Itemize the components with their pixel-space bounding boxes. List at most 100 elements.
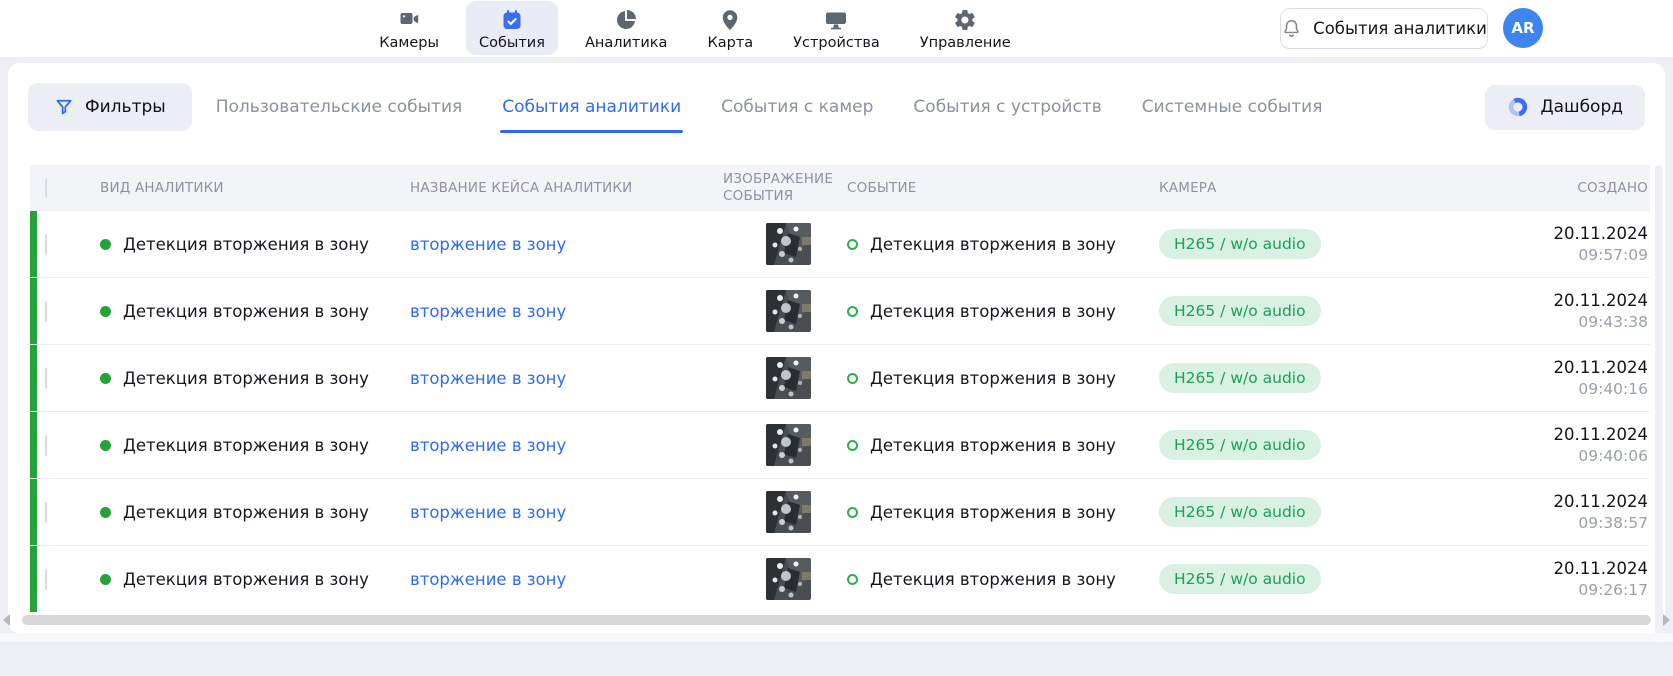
created-date: 20.11.2024 <box>1451 425 1648 444</box>
dashboard-button-label: Дашборд <box>1540 97 1623 117</box>
column-header-camera: КАМЕРА <box>1159 180 1451 196</box>
status-dot-icon <box>100 574 111 585</box>
column-header-case-name: НАЗВАНИЕ КЕЙСА АНАЛИТИКИ <box>410 180 715 196</box>
donut-chart-icon <box>1507 96 1529 118</box>
camera-badge[interactable]: H265 / w/o audio <box>1159 363 1321 393</box>
case-link[interactable]: вторжение в зону <box>410 369 566 388</box>
tab-camera-events[interactable]: События с камер <box>721 97 873 117</box>
calendar-check-icon <box>500 8 524 32</box>
nav-item-map[interactable]: Карта <box>694 1 766 55</box>
nav-label: Карта <box>707 35 753 51</box>
bell-icon <box>1281 18 1302 39</box>
filters-button-label: Фильтры <box>85 97 166 117</box>
status-dot-icon <box>100 440 111 451</box>
event-thumbnail[interactable] <box>766 223 811 265</box>
analytics-type-label: Детекция вторжения в зону <box>123 302 369 321</box>
event-tabs: Пользовательские события События аналити… <box>216 97 1323 117</box>
table-row[interactable]: Детекция вторжения в зону вторжение в зо… <box>30 411 1650 478</box>
event-label: Детекция вторжения в зону <box>870 369 1116 388</box>
status-dot-icon <box>100 373 111 384</box>
tab-analytics-events[interactable]: События аналитики <box>502 97 681 117</box>
created-date: 20.11.2024 <box>1451 492 1648 511</box>
case-link[interactable]: вторжение в зону <box>410 570 566 589</box>
pie-chart-icon <box>614 8 638 32</box>
events-toolbar: Фильтры Пользовательские события События… <box>28 83 1645 131</box>
dashboard-button[interactable]: Дашборд <box>1485 85 1645 130</box>
case-link[interactable]: вторжение в зону <box>410 235 566 254</box>
camera-badge[interactable]: H265 / w/o audio <box>1159 430 1321 460</box>
status-dot-icon <box>100 239 111 250</box>
row-checkbox[interactable] <box>45 435 47 456</box>
events-table: ВИД АНАЛИТИКИ НАЗВАНИЕ КЕЙСА АНАЛИТИКИ И… <box>30 165 1650 612</box>
horizontal-scrollbar[interactable] <box>22 615 1651 625</box>
scroll-left-arrow-icon[interactable] <box>3 614 10 626</box>
analytics-type-label: Детекция вторжения в зону <box>123 436 369 455</box>
tab-user-events[interactable]: Пользовательские события <box>216 97 463 117</box>
row-checkbox[interactable] <box>45 368 47 389</box>
event-thumbnail[interactable] <box>766 558 811 600</box>
table-body: Детекция вторжения в зону вторжение в зо… <box>30 210 1650 612</box>
table-row[interactable]: Детекция вторжения в зону вторжение в зо… <box>30 210 1650 277</box>
table-row[interactable]: Детекция вторжения в зону вторжение в зо… <box>30 478 1650 545</box>
tab-system-events[interactable]: Системные события <box>1142 97 1323 117</box>
created-time: 09:40:16 <box>1451 380 1648 398</box>
event-thumbnail[interactable] <box>766 290 811 332</box>
event-status-ring-icon <box>847 306 858 317</box>
camera-badge[interactable]: H265 / w/o audio <box>1159 564 1321 594</box>
nav-item-events[interactable]: События <box>466 1 558 55</box>
created-date: 20.11.2024 <box>1451 291 1648 310</box>
top-bar: Камеры События Аналитика Карта Устройств <box>0 0 1673 57</box>
created-date: 20.11.2024 <box>1451 224 1648 243</box>
analytics-events-notifications-button[interactable]: События аналитики <box>1280 8 1488 49</box>
filters-button[interactable]: Фильтры <box>28 83 192 131</box>
nav-item-cameras[interactable]: Камеры <box>366 1 452 55</box>
event-status-ring-icon <box>847 239 858 250</box>
row-checkbox[interactable] <box>45 301 47 322</box>
row-checkbox[interactable] <box>45 502 47 523</box>
column-header-created: СОЗДАНО <box>1451 180 1650 196</box>
table-row[interactable]: Детекция вторжения в зону вторжение в зо… <box>30 277 1650 344</box>
table-header-row: ВИД АНАЛИТИКИ НАЗВАНИЕ КЕЙСА АНАЛИТИКИ И… <box>30 165 1650 210</box>
camera-badge[interactable]: H265 / w/o audio <box>1159 229 1321 259</box>
case-link[interactable]: вторжение в зону <box>410 302 566 321</box>
event-label: Детекция вторжения в зону <box>870 302 1116 321</box>
event-label: Детекция вторжения в зону <box>870 570 1116 589</box>
table-row[interactable]: Детекция вторжения в зону вторжение в зо… <box>30 545 1650 612</box>
event-thumbnail[interactable] <box>766 491 811 533</box>
nav-label: События <box>479 35 545 51</box>
column-header-analytics-type: ВИД АНАЛИТИКИ <box>100 180 410 196</box>
analytics-type-label: Детекция вторжения в зону <box>123 503 369 522</box>
camera-badge[interactable]: H265 / w/o audio <box>1159 497 1321 527</box>
row-checkbox[interactable] <box>45 569 47 590</box>
created-time: 09:57:09 <box>1451 246 1648 264</box>
table-row[interactable]: Детекция вторжения в зону вторжение в зо… <box>30 344 1650 411</box>
created-time: 09:40:06 <box>1451 447 1648 465</box>
notifications-button-label: События аналитики <box>1313 19 1487 38</box>
nav-item-analytics[interactable]: Аналитика <box>572 1 681 55</box>
analytics-type-label: Детекция вторжения в зону <box>123 570 369 589</box>
event-label: Детекция вторжения в зону <box>870 436 1116 455</box>
nav-label: Управление <box>920 35 1011 51</box>
monitor-icon <box>824 8 848 32</box>
case-link[interactable]: вторжение в зону <box>410 503 566 522</box>
nav-item-management[interactable]: Управление <box>907 1 1024 55</box>
vertical-scrollbar[interactable] <box>1655 165 1663 676</box>
created-date: 20.11.2024 <box>1451 559 1648 578</box>
scroll-right-arrow-icon[interactable] <box>1663 614 1670 626</box>
analytics-type-label: Детекция вторжения в зону <box>123 369 369 388</box>
event-status-ring-icon <box>847 373 858 384</box>
nav-item-devices[interactable]: Устройства <box>780 1 893 55</box>
nav-label: Устройства <box>793 35 880 51</box>
gear-icon <box>953 8 977 32</box>
case-link[interactable]: вторжение в зону <box>410 436 566 455</box>
user-avatar[interactable]: AR <box>1503 8 1543 48</box>
column-header-event: СОБЫТИЕ <box>847 180 1159 196</box>
event-thumbnail[interactable] <box>766 424 811 466</box>
select-all-checkbox[interactable] <box>45 179 47 197</box>
row-status-accent <box>30 412 37 478</box>
video-camera-icon <box>397 8 421 32</box>
tab-device-events[interactable]: События с устройств <box>913 97 1101 117</box>
camera-badge[interactable]: H265 / w/o audio <box>1159 296 1321 326</box>
event-thumbnail[interactable] <box>766 357 811 399</box>
row-checkbox[interactable] <box>45 234 47 255</box>
